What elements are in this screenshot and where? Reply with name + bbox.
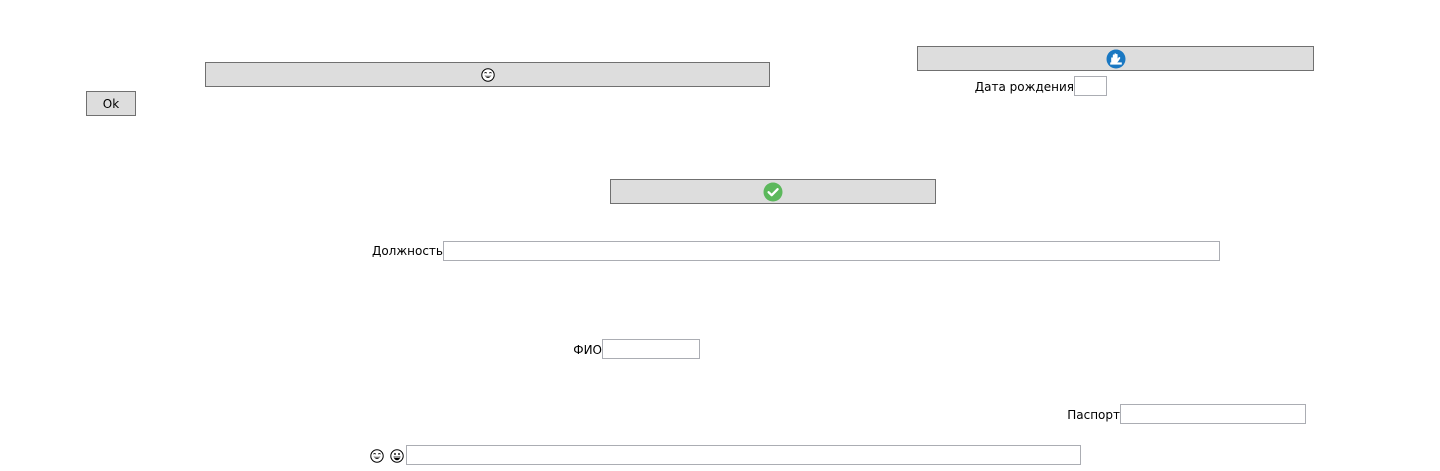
raised-hand-icon: [1106, 49, 1126, 69]
emoji-field[interactable]: [406, 445, 1081, 465]
position-label: Должность: [371, 244, 443, 258]
laugh-emoji-button[interactable]: [205, 62, 770, 87]
laughing-face-icon: [370, 449, 384, 463]
grinning-face-icon: [390, 449, 404, 463]
birth-date-field[interactable]: [1074, 76, 1107, 96]
fio-field[interactable]: [602, 339, 700, 359]
confirm-button[interactable]: [610, 179, 936, 204]
passport-field[interactable]: [1120, 404, 1306, 424]
passport-label: Паспорт: [1067, 408, 1120, 422]
laughing-face-icon: [480, 67, 495, 82]
check-circle-icon: [763, 182, 783, 202]
birth-date-label: Дата рождения: [974, 80, 1074, 94]
fio-label: ФИО: [573, 343, 602, 357]
ok-button[interactable]: Ok: [86, 91, 136, 116]
position-field[interactable]: [443, 241, 1220, 261]
raised-hand-button[interactable]: [917, 46, 1314, 71]
ok-button-label: Ok: [102, 96, 120, 111]
